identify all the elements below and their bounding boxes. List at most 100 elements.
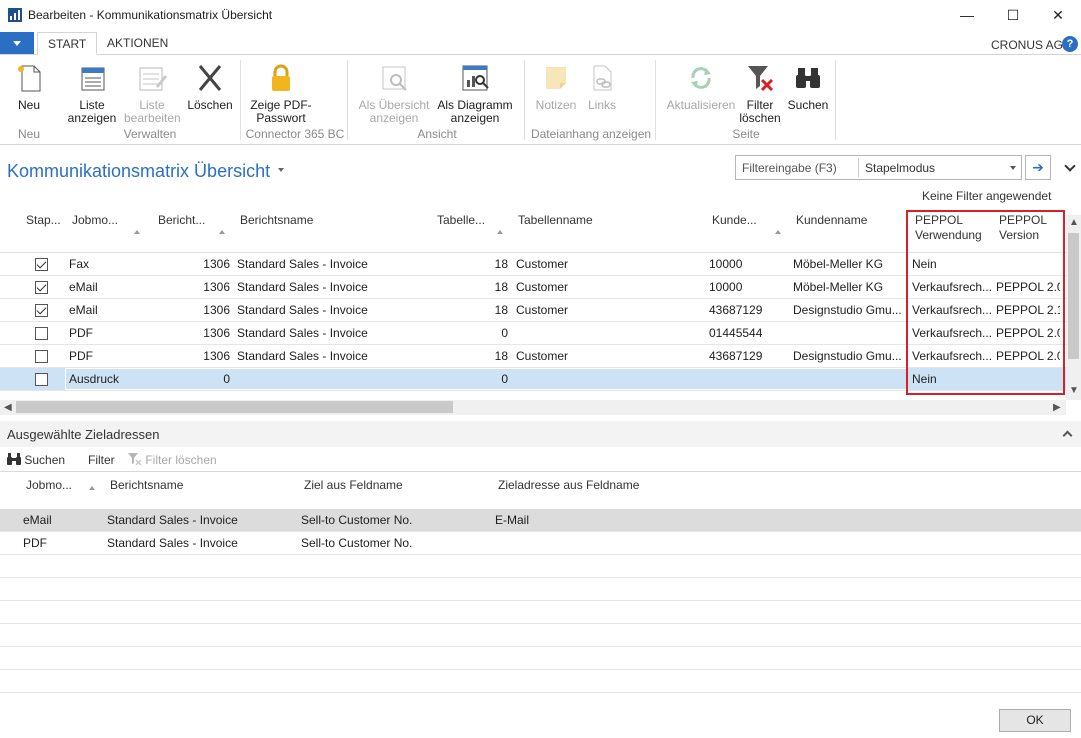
scroll-down-arrow-icon[interactable]: ▼ <box>1069 385 1079 396</box>
stapel-checkbox[interactable] <box>35 327 48 340</box>
cell-berichtsname[interactable]: Standard Sales - Invoice <box>237 253 427 276</box>
cell-kundenname[interactable]: Möbel-Meller KG <box>793 276 905 299</box>
scroll-right-arrow-icon[interactable]: ▶ <box>1053 402 1061 413</box>
cell-jobmo[interactable]: eMail <box>69 299 149 322</box>
show-as-overview-button[interactable]: Als Übersicht anzeigen <box>356 62 432 125</box>
page-title-chevron-down-icon[interactable] <box>278 168 284 172</box>
stapel-checkbox[interactable] <box>35 350 48 363</box>
cell-tabelle[interactable]: 18 <box>430 276 508 299</box>
page-title[interactable]: Kommunikationsmatrix Übersicht <box>7 161 270 182</box>
ok-button[interactable]: OK <box>999 709 1071 732</box>
col-header-tabelle[interactable]: Tabelle... <box>437 213 485 228</box>
col-header-tabellenname[interactable]: Tabellenname <box>518 213 593 228</box>
show-pdf-password-button[interactable]: Zeige PDF- Passwort <box>248 62 314 125</box>
cell-bericht[interactable]: 1306 <box>150 299 230 322</box>
cell-tabellenname[interactable]: Customer <box>516 253 701 276</box>
cell-berichtsname[interactable]: Standard Sales - Invoice <box>237 299 427 322</box>
cell-tabellenname[interactable]: Customer <box>516 299 701 322</box>
cell-tabelle[interactable]: 0 <box>430 368 508 391</box>
links-button[interactable]: Links <box>584 62 620 112</box>
cell-jobmo[interactable]: PDF <box>69 345 149 368</box>
stapel-checkbox[interactable] <box>35 373 48 386</box>
scroll-up-arrow-icon[interactable]: ▲ <box>1069 217 1079 228</box>
edit-list-button[interactable]: Liste bearbeiten <box>124 62 181 125</box>
cell-bericht[interactable]: 1306 <box>150 276 230 299</box>
cell-tabelle[interactable]: 0 <box>430 322 508 345</box>
cell-kundenname[interactable]: Möbel-Meller KG <box>793 253 905 276</box>
filter-mode-chevron-down-icon[interactable] <box>1010 166 1016 170</box>
sub-cell-jobmo[interactable]: PDF <box>23 532 103 555</box>
minimize-button[interactable]: — <box>944 0 990 30</box>
cell-tabelle[interactable]: 18 <box>430 253 508 276</box>
col-header-bericht[interactable]: Bericht... <box>158 213 205 228</box>
sub-col-header-ziel[interactable]: Ziel aus Feldname <box>304 478 403 492</box>
search-button[interactable]: Suchen <box>786 62 830 112</box>
application-menu-button[interactable] <box>0 32 34 54</box>
cell-tabelle[interactable]: 18 <box>430 345 508 368</box>
lock-icon <box>272 64 290 91</box>
delete-button[interactable]: Löschen <box>186 62 234 112</box>
expand-chevron-down-icon[interactable] <box>1064 160 1076 172</box>
sub-cell-jobmo[interactable]: eMail <box>23 509 103 532</box>
cell-tabellenname[interactable]: Customer <box>516 345 701 368</box>
tab-aktionen[interactable]: AKTIONEN <box>97 32 178 55</box>
subpage-clear-filter-button[interactable]: Filter löschen <box>128 453 217 467</box>
stapel-checkbox[interactable] <box>35 258 48 271</box>
col-header-kunde[interactable]: Kunde... <box>712 213 757 228</box>
sub-cell-berichtsname[interactable]: Standard Sales - Invoice <box>107 532 297 555</box>
sub-cell-ziel[interactable]: Sell-to Customer No. <box>301 532 491 555</box>
clear-filter-button[interactable]: Filter löschen <box>738 62 782 125</box>
company-name[interactable]: CRONUS AG <box>991 38 1063 52</box>
cell-kundenname[interactable]: Designstudio Gmu... <box>793 345 905 368</box>
col-header-berichtsname[interactable]: Berichtsname <box>240 213 313 228</box>
cell-jobmo[interactable]: eMail <box>69 276 149 299</box>
cell-berichtsname[interactable]: Standard Sales - Invoice <box>237 276 427 299</box>
maximize-button[interactable]: ☐ <box>990 0 1036 30</box>
cell-bericht[interactable]: 0 <box>150 368 230 391</box>
cell-jobmo[interactable]: Ausdruck <box>69 368 149 391</box>
show-as-chart-button[interactable]: Als Diagramm anzeigen <box>436 62 514 125</box>
cell-tabelle[interactable]: 18 <box>430 299 508 322</box>
help-icon[interactable]: ? <box>1062 36 1078 52</box>
cell-kunde[interactable]: 43687129 <box>709 299 789 322</box>
sub-col-header-zieladresse[interactable]: Zieladresse aus Feldname <box>498 478 639 492</box>
cell-bericht[interactable]: 1306 <box>150 345 230 368</box>
cell-jobmo[interactable]: Fax <box>69 253 149 276</box>
subpage-search-button[interactable]: Suchen <box>7 453 65 467</box>
subpage-filter-button[interactable]: Filter <box>88 453 115 467</box>
cell-jobmo[interactable]: PDF <box>69 322 149 345</box>
filter-apply-arrow-icon[interactable]: ➔ <box>1025 155 1051 180</box>
stapel-checkbox[interactable] <box>35 304 48 317</box>
cell-kunde[interactable]: 43687129 <box>709 345 789 368</box>
cell-kunde[interactable]: 10000 <box>709 253 789 276</box>
new-button[interactable]: Neu <box>12 62 46 112</box>
filter-input-placeholder[interactable]: Filtereingabe (F3) <box>742 161 837 175</box>
cell-tabellenname[interactable]: Customer <box>516 276 701 299</box>
cell-kunde[interactable]: 10000 <box>709 276 789 299</box>
col-header-stap[interactable]: Stap... <box>26 213 61 228</box>
sub-col-header-jobmo[interactable]: Jobmo... <box>26 478 72 492</box>
cell-kundenname[interactable]: Designstudio Gmu... <box>793 299 905 322</box>
sub-col-header-berichtsname[interactable]: Berichtsname <box>110 478 183 492</box>
cell-bericht[interactable]: 1306 <box>150 253 230 276</box>
vertical-scrollbar-thumb[interactable] <box>1068 233 1079 359</box>
stapel-checkbox[interactable] <box>35 281 48 294</box>
sub-cell-ziel[interactable]: Sell-to Customer No. <box>301 509 491 532</box>
cell-berichtsname[interactable]: Standard Sales - Invoice <box>237 345 427 368</box>
refresh-button[interactable]: Aktualisieren <box>663 62 739 112</box>
cell-kunde[interactable]: 01445544 <box>709 322 789 345</box>
col-header-jobmo[interactable]: Jobmo... <box>72 213 118 228</box>
tab-start[interactable]: START <box>37 32 98 55</box>
col-header-kundenname[interactable]: Kundenname <box>796 213 867 228</box>
scroll-left-arrow-icon[interactable]: ◀ <box>4 402 12 413</box>
sub-cell-berichtsname[interactable]: Standard Sales - Invoice <box>107 509 297 532</box>
cell-berichtsname[interactable]: Standard Sales - Invoice <box>237 322 427 345</box>
cell-bericht[interactable]: 1306 <box>150 322 230 345</box>
close-button[interactable]: ✕ <box>1035 0 1081 30</box>
notes-button[interactable]: Notizen <box>533 62 579 112</box>
horizontal-scrollbar-thumb[interactable] <box>16 401 453 413</box>
filter-mode-select[interactable]: Stapelmodus <box>865 161 935 175</box>
sub-cell-zieladresse[interactable]: E-Mail <box>495 509 685 532</box>
subpage-title[interactable]: Ausgewählte Zieladressen <box>7 427 159 442</box>
show-list-button[interactable]: Liste anzeigen <box>66 62 118 125</box>
